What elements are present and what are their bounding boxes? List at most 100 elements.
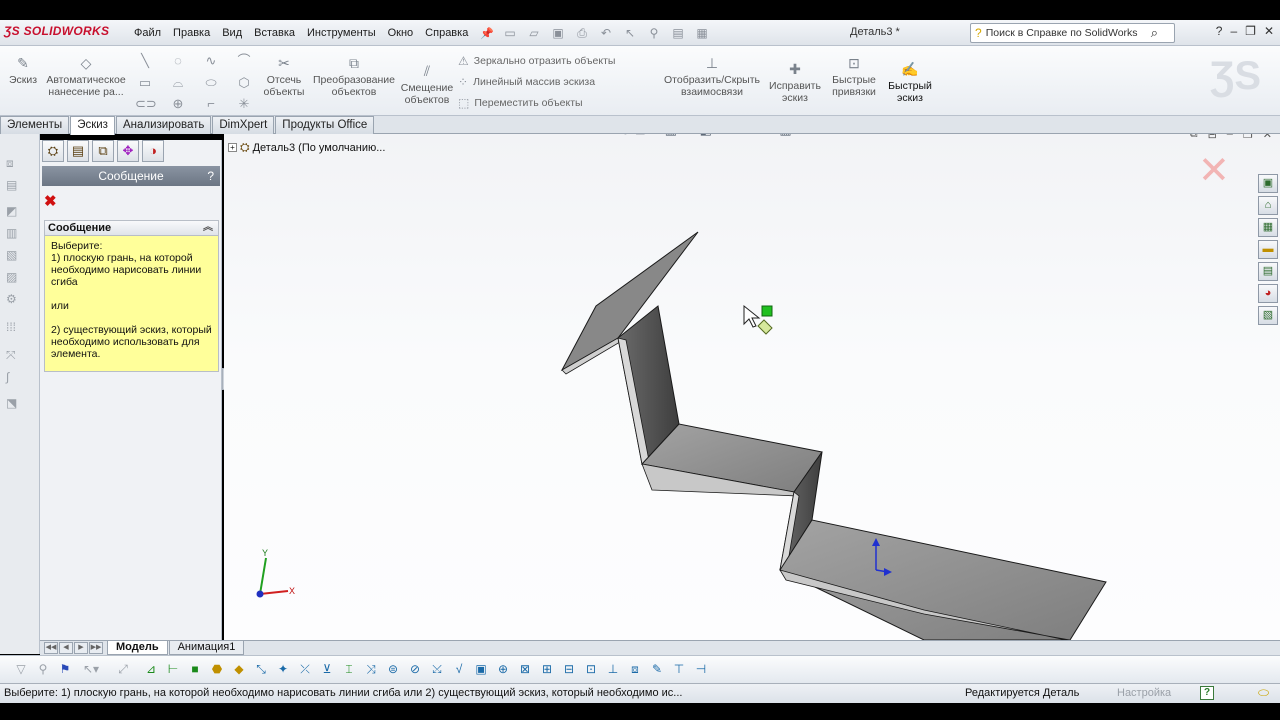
- quick-snaps-button[interactable]: ⊡ Быстрые привязки: [828, 50, 880, 98]
- filter-toggle-icon[interactable]: ▽: [12, 660, 30, 678]
- save-icon[interactable]: ▣: [548, 24, 568, 42]
- sketched-bend-icon[interactable]: ⚙: [6, 292, 24, 308]
- filter-planes-icon[interactable]: ⤡: [252, 660, 270, 678]
- panel-help-icon[interactable]: ?: [207, 166, 214, 186]
- file-explorer-icon[interactable]: ▬: [1258, 240, 1278, 259]
- menu-insert[interactable]: Вставка: [248, 27, 301, 39]
- filter-midpoints-icon[interactable]: ⊻: [318, 660, 336, 678]
- point-tool-icon[interactable]: ⊕: [168, 95, 188, 113]
- no-bends-icon[interactable]: ⬔: [6, 396, 24, 412]
- menu-window[interactable]: Окно: [382, 27, 420, 39]
- tab-animation1[interactable]: Анимация1: [168, 641, 245, 655]
- filter-axes-icon[interactable]: ◆: [230, 660, 248, 678]
- spline-tool-icon[interactable]: ∿: [201, 52, 221, 70]
- jog-icon[interactable]: ▨: [6, 270, 24, 286]
- cancel-icon[interactable]: ✖: [44, 192, 57, 210]
- menu-file[interactable]: Файл: [128, 27, 167, 39]
- pin-icon[interactable]: 📌: [474, 27, 500, 40]
- mirror-entities-button[interactable]: ⚠ Зеркально отразить объекты: [458, 54, 615, 68]
- options-icon[interactable]: ▦: [692, 24, 712, 42]
- filter-blocks-icon[interactable]: ▣: [472, 660, 490, 678]
- trim-entities-button[interactable]: ✂ Отсечь объекты: [260, 50, 308, 98]
- rebuild-icon[interactable]: ⚲: [644, 24, 664, 42]
- last-tab-icon[interactable]: ▶▶: [89, 642, 103, 654]
- filter-mates-icon[interactable]: ✎: [648, 660, 666, 678]
- hem-icon[interactable]: ▧: [6, 248, 24, 264]
- appearances-icon[interactable]: ◕: [1258, 284, 1278, 303]
- filter-faces-icon[interactable]: ⊢: [164, 660, 182, 678]
- file-properties-icon[interactable]: ▤: [668, 24, 688, 42]
- arc-tool-icon[interactable]: ⌓: [168, 74, 188, 92]
- edge-flange-icon[interactable]: ◩: [6, 204, 24, 220]
- text-tool-icon[interactable]: ✳: [234, 95, 254, 113]
- line-tool-icon[interactable]: ╲: [135, 52, 155, 70]
- filter-clear-icon[interactable]: ⚲: [34, 660, 52, 678]
- sheet-metal-part[interactable]: [224, 134, 1280, 640]
- filter-tables-icon[interactable]: ⊣: [692, 660, 710, 678]
- solidworks-resources-icon[interactable]: ▣: [1258, 174, 1278, 193]
- menu-edit[interactable]: Правка: [167, 27, 216, 39]
- prev-tab-icon[interactable]: ◀: [59, 642, 73, 654]
- restore-icon[interactable]: ❐: [1245, 24, 1256, 38]
- filter-components-icon[interactable]: ⊤: [670, 660, 688, 678]
- filter-connection-points-icon[interactable]: ⊡: [582, 660, 600, 678]
- display-manager-icon[interactable]: ◑: [142, 140, 164, 162]
- close-icon[interactable]: ✕: [1264, 24, 1274, 38]
- filter-sketch-segments-icon[interactable]: ⤫: [296, 660, 314, 678]
- filter-weld-icon[interactable]: ⤩: [428, 660, 446, 678]
- filter-dowel-icon[interactable]: ⊠: [516, 660, 534, 678]
- filter-routing-points-icon[interactable]: ⊥: [604, 660, 622, 678]
- filter-vertices-icon[interactable]: ⊿: [142, 660, 160, 678]
- message-box-header[interactable]: Сообщение ︽: [45, 221, 218, 236]
- search-icon[interactable]: ⌕: [1151, 25, 1158, 41]
- view-palette-icon[interactable]: ▤: [1258, 262, 1278, 281]
- rebuild-status-icon[interactable]: ⬭: [1258, 685, 1269, 701]
- tab-sketch[interactable]: Эскиз: [70, 116, 115, 135]
- fold-icon[interactable]: ⤧: [6, 348, 24, 364]
- open-document-icon[interactable]: ▱: [524, 24, 544, 42]
- unfold-icon[interactable]: ⁞⁞⁞: [6, 320, 24, 336]
- repair-sketch-button[interactable]: ✚ Исправить эскиз: [768, 56, 822, 104]
- menu-view[interactable]: Вид: [216, 27, 248, 39]
- menu-tools[interactable]: Инструменты: [301, 27, 382, 39]
- undo-icon[interactable]: ↶: [596, 24, 616, 42]
- property-manager-icon[interactable]: ▤: [67, 140, 89, 162]
- next-tab-icon[interactable]: ▶: [74, 642, 88, 654]
- feature-manager-icon[interactable]: ⛭: [42, 140, 64, 162]
- search-input[interactable]: Поиск в Справке по SolidWorks: [986, 27, 1138, 39]
- minimize-icon[interactable]: –: [1230, 24, 1237, 38]
- help-search-box[interactable]: ? Поиск в Справке по SolidWorks ⌕: [970, 23, 1175, 43]
- filter-sketch-points-icon[interactable]: ✦: [274, 660, 292, 678]
- base-flange-icon[interactable]: ▤: [6, 178, 24, 194]
- rapid-sketch-button[interactable]: ✍ Быстрый эскиз: [884, 56, 936, 104]
- custom-properties-icon[interactable]: ▧: [1258, 306, 1278, 325]
- collapse-chevron-icon[interactable]: ︽: [203, 221, 213, 235]
- bottom-flange-face[interactable]: [779, 519, 1107, 640]
- home-icon[interactable]: ⌂: [1258, 196, 1278, 215]
- menu-help[interactable]: Справка: [419, 27, 474, 39]
- ellipse-tool-icon[interactable]: ⬭: [201, 74, 221, 92]
- first-tab-icon[interactable]: ◀◀: [44, 642, 58, 654]
- tab-evaluate[interactable]: Анализировать: [115, 116, 212, 134]
- rectangle-tool-icon[interactable]: ▭: [135, 74, 155, 92]
- filter-dimensions-icon[interactable]: ⌶: [340, 660, 358, 678]
- smart-dimension-button[interactable]: ◇ Автоматическое нанесение ра...: [44, 50, 128, 98]
- filter-centerlines-icon[interactable]: ⊟: [560, 660, 578, 678]
- customize-dropdown[interactable]: Настройка: [1117, 687, 1171, 699]
- filter-surface-bodies-icon[interactable]: ■: [186, 660, 204, 678]
- move-entities-button[interactable]: ⬚ Переместить объекты: [458, 96, 583, 110]
- filter-gtol-icon[interactable]: ⊜: [384, 660, 402, 678]
- graphics-area[interactable]: + ⛭ Деталь3 (По умолчанию... ⊕ ⊞ ↺ ▥ ⧈▾ …: [224, 134, 1280, 640]
- design-library-icon[interactable]: ▦: [1258, 218, 1278, 237]
- help-icon[interactable]: ?: [1200, 686, 1214, 700]
- polygon-tool-icon[interactable]: ⬡: [234, 74, 254, 92]
- tab-features[interactable]: Элементы: [0, 116, 70, 134]
- convert-entities-button[interactable]: ⧉ Преобразование объектов: [312, 50, 396, 98]
- centerline-tool-icon[interactable]: ⌐: [201, 95, 221, 113]
- help-menu-icon[interactable]: ?: [1216, 24, 1223, 38]
- configuration-manager-icon[interactable]: ⧉: [92, 140, 114, 162]
- filter-hole-icon[interactable]: ⧈: [626, 660, 644, 678]
- sheet-metal-icon[interactable]: ⧈: [6, 156, 24, 172]
- select-icon[interactable]: ↖: [620, 24, 640, 42]
- sketch-button[interactable]: ✎ Эскиз: [4, 50, 42, 86]
